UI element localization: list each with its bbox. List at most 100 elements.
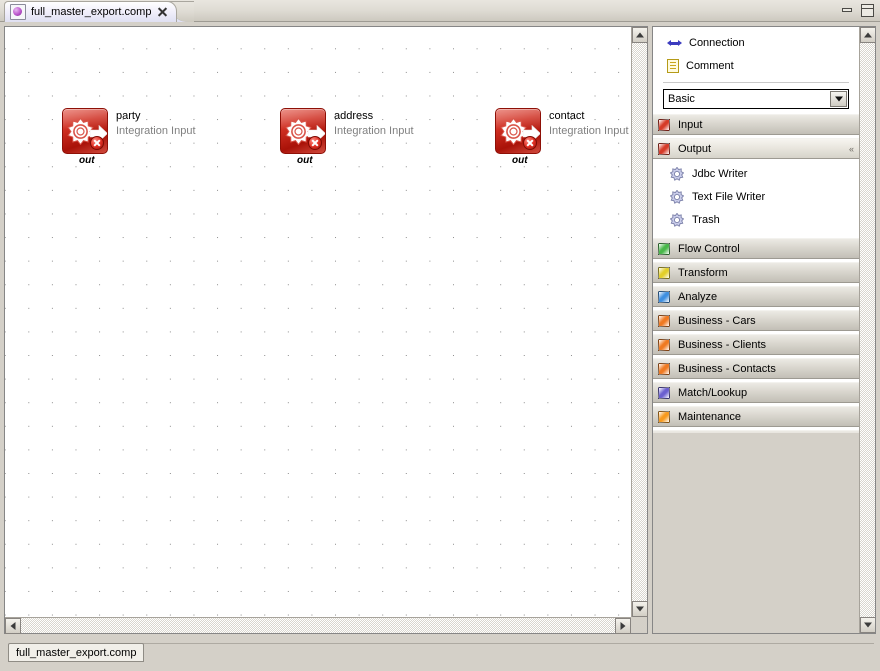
palette-tool-comment[interactable]: Comment <box>653 54 859 77</box>
vertical-scroll-track[interactable] <box>632 43 647 601</box>
category-swatch-icon <box>658 387 670 399</box>
palette-tool-connection[interactable]: Connection <box>653 31 859 54</box>
application-window: full_master_export.comp party Integration… <box>0 0 880 671</box>
palette-item-jdbc-writer[interactable]: Jdbc Writer <box>653 162 859 185</box>
palette-category-match-lookup[interactable]: Match/Lookup <box>653 382 859 403</box>
error-badge-icon <box>308 136 322 150</box>
error-badge-icon <box>523 136 537 150</box>
palette-category-transform[interactable]: Transform <box>653 262 859 283</box>
palette-category-label: Business - Cars <box>678 315 756 327</box>
category-swatch-icon <box>658 315 670 327</box>
palette-scroll-track[interactable] <box>860 43 875 617</box>
palette-scroll-down-button[interactable] <box>860 617 876 633</box>
horizontal-scroll-track[interactable] <box>21 618 615 633</box>
status-bar-filler <box>142 643 874 662</box>
palette-item-trash[interactable]: Trash <box>653 208 859 231</box>
palette-category-label: Transform <box>678 267 728 279</box>
palette-tools-group: Connection Comment <box>653 27 859 77</box>
editor-tab-bar: full_master_export.comp <box>0 0 880 22</box>
node-output-port-label: out <box>79 155 95 166</box>
gear-icon <box>670 167 684 181</box>
palette-category-business-cars[interactable]: Business - Cars <box>653 310 859 331</box>
scroll-up-button[interactable] <box>632 27 648 43</box>
category-swatch-icon <box>658 411 670 423</box>
maximize-button[interactable] <box>861 4 874 17</box>
palette-content: Connection Comment Basic Input Output « Jdbc W… <box>653 27 859 633</box>
editor-tab-full-master-export[interactable]: full_master_export.comp <box>4 1 177 22</box>
palette-category-label: Business - Contacts <box>678 363 776 375</box>
diagram-canvas[interactable]: party Integration Input out address Integrat… <box>5 27 631 617</box>
component-palette: Connection Comment Basic Input Output « Jdbc W… <box>652 26 876 634</box>
status-bar: full_master_export.comp <box>0 637 880 671</box>
category-swatch-icon <box>658 243 670 255</box>
integration-input-icon[interactable] <box>280 108 326 154</box>
palette-category-label: Analyze <box>678 291 717 303</box>
palette-category-label: Maintenance <box>678 411 741 423</box>
integration-input-icon[interactable] <box>62 108 108 154</box>
palette-category-maintenance[interactable]: Maintenance <box>653 406 859 427</box>
window-controls <box>841 4 874 17</box>
palette-item-label: Text File Writer <box>692 191 765 203</box>
palette-layout-select-wrapper: Basic <box>653 89 859 109</box>
node-output-port-label: out <box>512 155 528 166</box>
category-swatch-icon <box>658 119 670 131</box>
category-swatch-icon <box>658 363 670 375</box>
palette-categories: Input Output « Jdbc Writer Text File Writer T… <box>653 114 859 451</box>
minimize-button[interactable] <box>841 5 853 16</box>
scrollbar-corner <box>631 617 647 633</box>
diagram-editor: party Integration Input out address Integrat… <box>4 26 648 634</box>
integration-input-icon[interactable] <box>495 108 541 154</box>
palette-vertical-scrollbar[interactable] <box>859 27 875 633</box>
status-active-file-label: full_master_export.comp <box>16 647 136 659</box>
palette-scroll-up-button[interactable] <box>860 27 876 43</box>
category-swatch-icon <box>658 267 670 279</box>
node-output-port-label: out <box>297 155 313 166</box>
palette-item-label: Trash <box>692 214 720 226</box>
palette-category-label: Business - Clients <box>678 339 766 351</box>
category-swatch-icon <box>658 339 670 351</box>
palette-item-text-file-writer[interactable]: Text File Writer <box>653 185 859 208</box>
canvas-vertical-scrollbar[interactable] <box>631 27 647 617</box>
component-file-icon <box>10 4 26 20</box>
close-icon[interactable] <box>156 6 168 18</box>
palette-category-input[interactable]: Input <box>653 114 859 135</box>
palette-empty-space <box>653 433 859 633</box>
palette-category-output[interactable]: Output « <box>653 138 859 159</box>
palette-layout-select[interactable]: Basic <box>663 89 849 109</box>
connection-icon <box>667 37 682 49</box>
category-swatch-icon <box>658 143 670 155</box>
palette-category-label: Flow Control <box>678 243 740 255</box>
node-type-label: Integration Input <box>116 125 196 137</box>
palette-tool-label: Comment <box>686 60 734 72</box>
node-type-label: Integration Input <box>549 125 629 137</box>
category-swatch-icon <box>658 291 670 303</box>
comment-icon <box>667 59 679 73</box>
palette-tool-label: Connection <box>689 37 745 49</box>
node-name-label: party <box>116 110 140 122</box>
error-badge-icon <box>90 136 104 150</box>
palette-layout-select-value: Basic <box>664 93 695 105</box>
scroll-down-button[interactable] <box>632 601 648 617</box>
chevron-down-icon[interactable] <box>830 91 847 107</box>
status-active-file-tab[interactable]: full_master_export.comp <box>8 643 144 662</box>
pin-drawer-icon[interactable]: « <box>849 144 853 154</box>
node-type-label: Integration Input <box>334 125 414 137</box>
palette-item-label: Jdbc Writer <box>692 168 747 180</box>
palette-category-label: Input <box>678 119 702 131</box>
scroll-right-button[interactable] <box>615 618 631 634</box>
palette-category-analyze[interactable]: Analyze <box>653 286 859 307</box>
palette-category-body-output: Jdbc Writer Text File Writer Trash <box>653 159 859 235</box>
scroll-left-button[interactable] <box>5 618 21 634</box>
palette-category-label: Output <box>678 143 711 155</box>
gear-icon <box>670 213 684 227</box>
node-name-label: address <box>334 110 373 122</box>
palette-category-business-clients[interactable]: Business - Clients <box>653 334 859 355</box>
palette-category-label: Match/Lookup <box>678 387 747 399</box>
editor-tab-label: full_master_export.comp <box>31 6 151 18</box>
palette-category-business-contacts[interactable]: Business - Contacts <box>653 358 859 379</box>
gear-icon <box>670 190 684 204</box>
palette-category-flow-control[interactable]: Flow Control <box>653 238 859 259</box>
palette-divider <box>663 82 849 83</box>
canvas-horizontal-scrollbar[interactable] <box>5 617 631 633</box>
node-name-label: contact <box>549 110 584 122</box>
